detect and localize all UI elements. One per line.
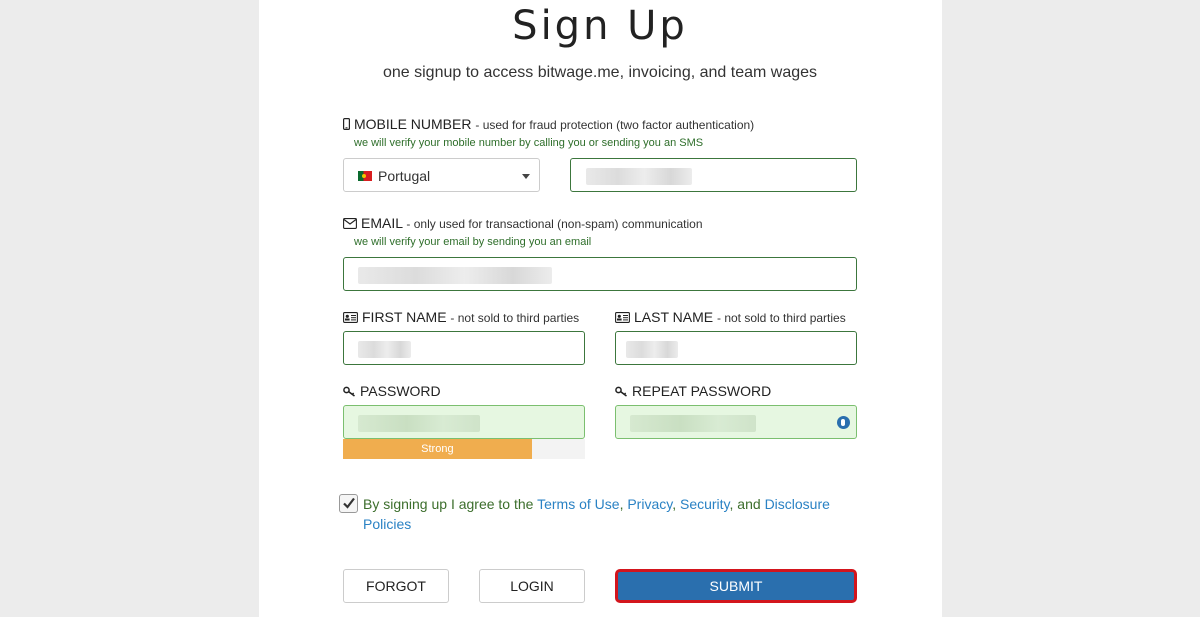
last-name-input[interactable] xyxy=(615,331,857,365)
email-sublabel: - only used for transactional (non-spam)… xyxy=(406,217,703,231)
privacy-link[interactable]: Privacy xyxy=(627,496,672,512)
email-hint: we will verify your email by sending you… xyxy=(354,236,592,248)
agreement-separator: , xyxy=(672,496,677,512)
email-input[interactable] xyxy=(343,257,857,291)
id-card-icon xyxy=(343,310,358,326)
agreement-prefix: By signing up I agree to the xyxy=(363,496,534,512)
agreement-text: By signing up I agree to the Terms of Us… xyxy=(363,494,833,534)
password-input[interactable] xyxy=(343,405,585,439)
password-strength-bar: Strong xyxy=(343,439,532,459)
repeat-password-input[interactable] xyxy=(615,405,857,439)
last-name-sublabel: - not sold to third parties xyxy=(717,311,846,325)
last-name-label: LAST NAME - not sold to third parties xyxy=(615,309,846,326)
redacted-email-value xyxy=(358,267,552,284)
first-name-label: FIRST NAME - not sold to third parties xyxy=(343,309,579,326)
redacted-repeat-password-value xyxy=(630,415,756,432)
password-manager-icon[interactable] xyxy=(837,416,850,429)
repeat-password-label: REPEAT PASSWORD xyxy=(615,383,771,400)
agree-checkbox[interactable] xyxy=(339,494,358,513)
key-icon xyxy=(615,384,628,400)
mobile-phone-icon xyxy=(343,117,351,133)
portugal-flag-icon xyxy=(358,171,372,181)
country-select-value: Portugal xyxy=(378,168,431,184)
mobile-label-text: MOBILE NUMBER xyxy=(354,116,472,132)
email-label: EMAIL - only used for transactional (non… xyxy=(343,215,703,232)
first-name-label-text: FIRST NAME xyxy=(362,309,447,325)
login-button[interactable]: LOGIN xyxy=(479,569,585,603)
first-name-sublabel: - not sold to third parties xyxy=(450,311,580,325)
security-link[interactable]: Security xyxy=(680,496,730,512)
page-title: Sign Up xyxy=(512,3,688,49)
password-label: PASSWORD xyxy=(343,383,441,400)
repeat-password-label-text: REPEAT PASSWORD xyxy=(632,383,772,399)
agreement-separator: , xyxy=(619,496,624,512)
mobile-number-input[interactable] xyxy=(570,158,857,192)
mobile-sublabel: - used for fraud protection (two factor … xyxy=(475,118,755,132)
key-icon xyxy=(343,384,356,400)
country-select[interactable]: Portugal xyxy=(343,158,540,192)
redacted-last-name-value xyxy=(626,341,678,358)
mobile-hint: we will verify your mobile number by cal… xyxy=(354,137,704,149)
submit-button[interactable]: SUBMIT xyxy=(615,569,857,603)
password-strength-meter: Strong xyxy=(343,439,585,459)
id-card-icon xyxy=(615,310,630,326)
redacted-phone-value xyxy=(586,168,692,185)
email-label-text: EMAIL xyxy=(361,215,403,231)
redacted-password-value xyxy=(358,415,480,432)
agreement-and: , and xyxy=(729,496,761,512)
mobile-label: MOBILE NUMBER - used for fraud protectio… xyxy=(343,116,754,133)
caret-down-icon xyxy=(522,174,530,179)
redacted-first-name-value xyxy=(358,341,411,358)
checkmark-icon xyxy=(343,497,355,509)
envelope-icon xyxy=(343,216,357,232)
password-label-text: PASSWORD xyxy=(360,383,441,399)
forgot-button[interactable]: FORGOT xyxy=(343,569,449,603)
first-name-input[interactable] xyxy=(343,331,585,365)
page-subtitle: one signup to access bitwage.me, invoici… xyxy=(382,64,818,81)
last-name-label-text: LAST NAME xyxy=(634,309,714,325)
terms-of-use-link[interactable]: Terms of Use xyxy=(537,496,619,512)
